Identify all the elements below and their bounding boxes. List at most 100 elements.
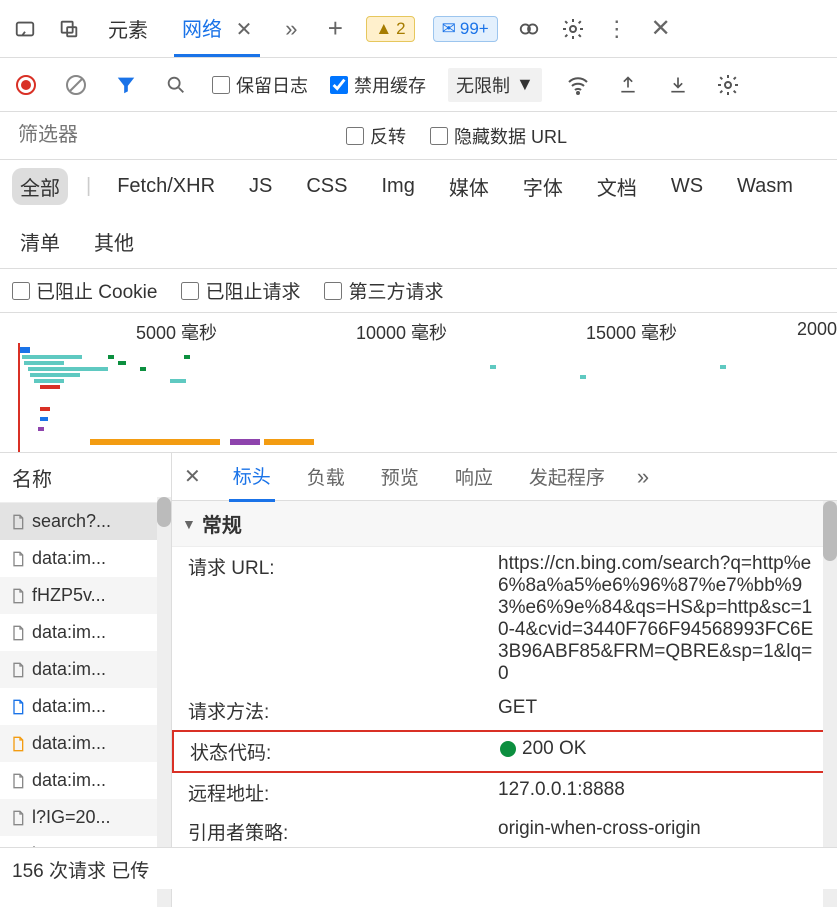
blocked-cookies-label: 已阻止 Cookie bbox=[36, 277, 157, 304]
preserve-log-checkbox[interactable]: 保留日志 bbox=[212, 72, 308, 98]
third-party-label: 第三方请求 bbox=[348, 277, 443, 304]
hide-data-url-label: 隐藏数据 URL bbox=[454, 123, 567, 149]
headers-body: ▼常规 请求 URL:https://cn.bing.com/search?q=… bbox=[172, 501, 837, 851]
type-chip[interactable]: JS bbox=[241, 171, 280, 202]
tab-network[interactable]: 网络 ✕ bbox=[174, 1, 260, 57]
devtools-top-toolbar: 元素 网络 ✕ » + ▲ 2 ✉ 99+ ⋮ ✕ bbox=[0, 0, 837, 58]
request-item[interactable]: l?IG=20... bbox=[0, 799, 171, 836]
record-icon[interactable] bbox=[12, 71, 40, 99]
request-name: l?IG=20... bbox=[32, 807, 111, 828]
messages-badge[interactable]: ✉ 99+ bbox=[433, 16, 498, 42]
blocked-requests-checkbox[interactable]: 已阻止请求 bbox=[181, 277, 300, 304]
type-chip[interactable]: 文档 bbox=[589, 168, 645, 205]
file-icon bbox=[10, 514, 26, 530]
waterfall bbox=[0, 347, 837, 452]
request-item[interactable]: data:im... bbox=[0, 762, 171, 799]
type-filter-row: 全部 | Fetch/XHR JS CSS Img 媒体 字体 文档 WS Wa… bbox=[0, 160, 837, 269]
settings-icon[interactable] bbox=[714, 71, 742, 99]
type-chip[interactable]: Wasm bbox=[729, 171, 801, 202]
status-dot-icon bbox=[500, 741, 516, 757]
type-chip[interactable]: Fetch/XHR bbox=[109, 171, 223, 202]
hide-data-url-checkbox[interactable]: 隐藏数据 URL bbox=[430, 123, 567, 149]
more-tabs-icon[interactable]: » bbox=[637, 464, 649, 490]
upload-icon[interactable] bbox=[614, 71, 642, 99]
filter-input[interactable] bbox=[12, 118, 322, 153]
disable-cache-label: 禁用缓存 bbox=[354, 72, 426, 98]
request-item[interactable]: data:im... bbox=[0, 540, 171, 577]
type-chip[interactable]: 清单 bbox=[12, 223, 68, 260]
tab-elements[interactable]: 元素 bbox=[100, 2, 156, 55]
header-kv-row: 引用者策略:origin-when-cross-origin bbox=[172, 812, 837, 851]
file-icon bbox=[10, 810, 26, 826]
tab-headers[interactable]: 标头 bbox=[229, 453, 275, 502]
kebab-menu-icon[interactable]: ⋮ bbox=[604, 16, 630, 42]
dock-icon[interactable] bbox=[12, 16, 38, 42]
settings-gear-icon[interactable] bbox=[560, 16, 586, 42]
request-item[interactable]: search?... bbox=[0, 503, 171, 540]
header-kv-row: 请求 URL:https://cn.bing.com/search?q=http… bbox=[172, 547, 837, 691]
invert-checkbox[interactable]: 反转 bbox=[346, 123, 406, 149]
file-icon bbox=[10, 662, 26, 678]
request-item[interactable]: fHZP5v... bbox=[0, 577, 171, 614]
tab-response[interactable]: 响应 bbox=[451, 453, 497, 500]
experiments-icon[interactable] bbox=[516, 16, 542, 42]
header-kv-row: 请求方法:GET bbox=[172, 691, 837, 730]
request-item[interactable]: data:im... bbox=[0, 651, 171, 688]
request-name: search?... bbox=[32, 511, 111, 532]
divider: | bbox=[86, 175, 91, 198]
name-column-header[interactable]: 名称 bbox=[0, 453, 171, 503]
request-item[interactable]: data:im... bbox=[0, 725, 171, 762]
request-detail-panel: ✕ 标头 负载 预览 响应 发起程序 » ▼常规 请求 URL:https://… bbox=[172, 453, 837, 907]
tab-payload[interactable]: 负载 bbox=[303, 453, 349, 500]
type-chip[interactable]: WS bbox=[663, 171, 711, 202]
plus-icon[interactable]: + bbox=[322, 16, 348, 42]
type-chip[interactable]: CSS bbox=[298, 171, 355, 202]
blocked-cookies-checkbox[interactable]: 已阻止 Cookie bbox=[12, 277, 157, 304]
timeline-tick: 5000 毫秒 bbox=[136, 319, 217, 345]
close-icon[interactable]: ✕ bbox=[236, 19, 253, 41]
clear-icon[interactable] bbox=[62, 71, 90, 99]
third-party-checkbox[interactable]: 第三方请求 bbox=[324, 277, 443, 304]
request-item[interactable]: data:im... bbox=[0, 614, 171, 651]
filter-icon[interactable] bbox=[112, 71, 140, 99]
header-value: GET bbox=[498, 697, 821, 724]
download-icon[interactable] bbox=[664, 71, 692, 99]
network-toolbar: 保留日志 禁用缓存 无限制▼ bbox=[0, 58, 837, 112]
file-icon bbox=[10, 588, 26, 604]
type-chip[interactable]: 媒体 bbox=[441, 168, 497, 205]
file-icon bbox=[10, 736, 26, 752]
warn-count: 2 bbox=[396, 19, 405, 39]
filter-bar: 反转 隐藏数据 URL bbox=[0, 112, 837, 160]
device-icon[interactable] bbox=[56, 16, 82, 42]
search-icon[interactable] bbox=[162, 71, 190, 99]
tab-initiator[interactable]: 发起程序 bbox=[525, 453, 609, 500]
scrollbar[interactable] bbox=[157, 497, 171, 907]
header-key: 引用者策略: bbox=[188, 818, 498, 845]
more-tabs-icon[interactable]: » bbox=[278, 16, 304, 42]
type-chip[interactable]: Img bbox=[373, 171, 422, 202]
request-name: fHZP5v... bbox=[32, 585, 106, 606]
type-chip[interactable]: 字体 bbox=[515, 168, 571, 205]
close-devtools-icon[interactable]: ✕ bbox=[648, 16, 674, 42]
network-timeline[interactable]: 5000 毫秒 10000 毫秒 15000 毫秒 2000 bbox=[0, 313, 837, 453]
header-value: origin-when-cross-origin bbox=[498, 818, 821, 845]
tab-preview[interactable]: 预览 bbox=[377, 453, 423, 500]
throttle-select[interactable]: 无限制▼ bbox=[448, 68, 542, 102]
preserve-log-label: 保留日志 bbox=[236, 72, 308, 98]
file-icon bbox=[10, 773, 26, 789]
status-bar: 156 次请求 已传 bbox=[0, 847, 837, 889]
wifi-icon[interactable] bbox=[564, 71, 592, 99]
type-chip[interactable]: 其他 bbox=[86, 223, 142, 260]
disable-cache-checkbox[interactable]: 禁用缓存 bbox=[330, 72, 426, 98]
header-key: 请求 URL: bbox=[188, 553, 498, 685]
blocked-filter-row: 已阻止 Cookie 已阻止请求 第三方请求 bbox=[0, 269, 837, 313]
warnings-badge[interactable]: ▲ 2 bbox=[366, 16, 414, 42]
file-icon bbox=[10, 551, 26, 567]
general-section-header[interactable]: ▼常规 bbox=[172, 501, 837, 547]
request-item[interactable]: data:im... bbox=[0, 688, 171, 725]
close-detail-icon[interactable]: ✕ bbox=[184, 464, 201, 489]
timeline-tick: 2000 bbox=[797, 319, 837, 340]
type-chip-all[interactable]: 全部 bbox=[12, 168, 68, 205]
file-icon bbox=[10, 699, 26, 715]
timeline-tick: 15000 毫秒 bbox=[586, 319, 677, 345]
